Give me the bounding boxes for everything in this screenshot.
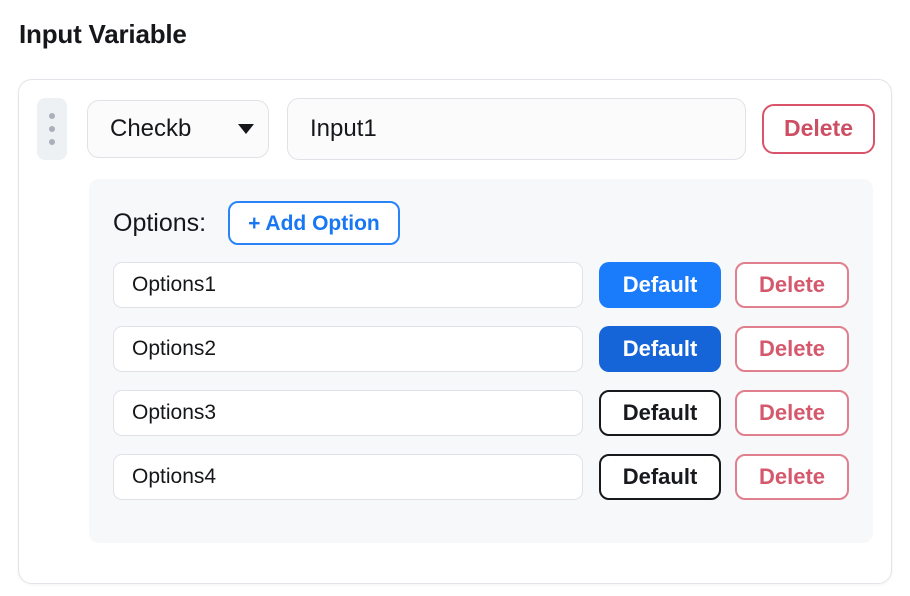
delete-option-button[interactable]: Delete xyxy=(735,326,849,372)
drag-dot xyxy=(49,125,55,132)
variable-type-select[interactable]: Checkb xyxy=(87,99,269,158)
add-option-button[interactable]: + Add Option xyxy=(228,201,400,245)
set-default-button[interactable]: Default xyxy=(599,326,721,372)
delete-option-button[interactable]: Delete xyxy=(735,262,849,308)
option-value-input[interactable] xyxy=(113,262,583,308)
delete-option-button[interactable]: Delete xyxy=(735,390,849,436)
variable-card: Checkb Delete Options: + Add Option Defa… xyxy=(18,79,892,584)
variable-name-input[interactable] xyxy=(287,97,746,160)
delete-variable-button[interactable]: Delete xyxy=(761,103,875,154)
option-row: Default Delete xyxy=(113,261,849,309)
set-default-button[interactable]: Default xyxy=(599,262,721,308)
page-title: Input Variable xyxy=(19,19,187,49)
drag-dot xyxy=(49,138,55,145)
option-row: Default Delete xyxy=(113,325,849,373)
set-default-button[interactable]: Default xyxy=(599,454,721,500)
option-row: Default Delete xyxy=(113,453,849,501)
option-value-input[interactable] xyxy=(113,390,583,436)
variable-header-row: Checkb Delete xyxy=(19,80,891,177)
options-label: Options: xyxy=(113,209,207,237)
option-value-input[interactable] xyxy=(113,326,583,372)
option-row: Default Delete xyxy=(113,389,849,437)
delete-option-button[interactable]: Delete xyxy=(735,454,849,500)
set-default-button[interactable]: Default xyxy=(599,390,721,436)
options-header: Options: + Add Option xyxy=(113,199,849,247)
chevron-down-icon xyxy=(238,123,254,134)
option-rows-list: DefaultDeleteDefaultDeleteDefaultDeleteD… xyxy=(113,261,849,501)
options-panel: Options: + Add Option DefaultDeleteDefau… xyxy=(89,179,873,543)
drag-dot xyxy=(49,112,55,119)
variable-type-value: Checkb xyxy=(110,114,192,142)
option-value-input[interactable] xyxy=(113,454,583,500)
drag-dots-icon[interactable] xyxy=(37,97,67,160)
input-variable-page: Input Variable Checkb Delete Options: + … xyxy=(0,0,910,596)
